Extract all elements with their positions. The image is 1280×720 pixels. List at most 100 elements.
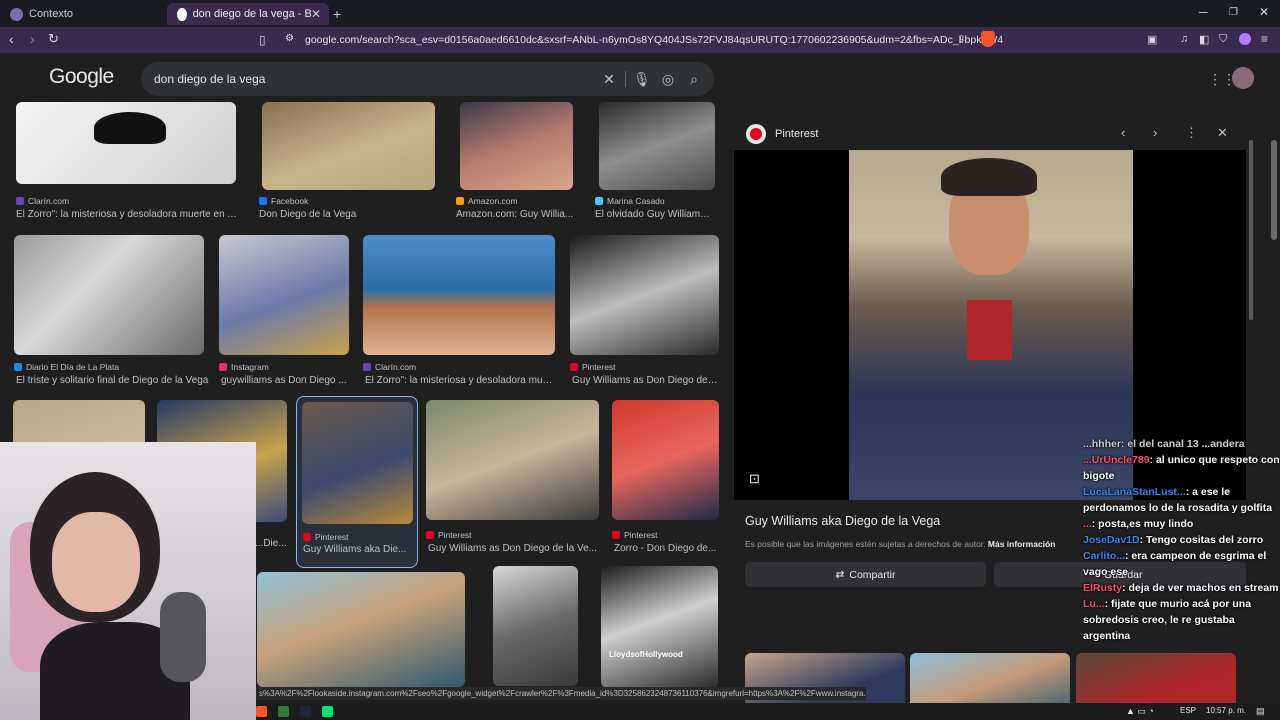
- result-thumbnail[interactable]: [302, 402, 413, 524]
- leo-icon[interactable]: [1239, 33, 1251, 45]
- preview-tie: [967, 300, 1012, 360]
- vpn-icon[interactable]: ⛉: [1219, 33, 1227, 46]
- tab-contexto[interactable]: Contexto: [0, 3, 165, 25]
- result-title[interactable]: Don Diego de la Vega: [259, 209, 439, 220]
- notification-icon[interactable]: ▤: [1256, 706, 1265, 717]
- result-thumbnail[interactable]: [599, 102, 715, 190]
- result-title[interactable]: Guy Williams aka Die...: [303, 544, 413, 555]
- prev-image-icon[interactable]: ‹: [1121, 125, 1125, 140]
- result-card[interactable]: Facebook Don Diego de la Vega: [259, 102, 439, 224]
- app-taskbar-icon[interactable]: [278, 706, 289, 717]
- result-title[interactable]: Guy Williams as Don Diego de la Ve...: [428, 543, 600, 554]
- page-scrollbar[interactable]: [1271, 140, 1277, 240]
- result-title[interactable]: El Zorro": la misteriosa y desoladora mu…: [365, 375, 555, 386]
- result-card[interactable]: Marina Casado El olvidado Guy Williams |…: [595, 102, 719, 224]
- next-image-icon[interactable]: ›: [1153, 125, 1157, 140]
- result-thumbnail[interactable]: [262, 102, 435, 190]
- result-title[interactable]: El triste y solitario final de Diego de …: [16, 375, 216, 386]
- wallet-icon[interactable]: ▣: [1147, 33, 1157, 46]
- result-thumbnail[interactable]: [219, 235, 349, 355]
- result-thumbnail[interactable]: [426, 400, 599, 520]
- result-title[interactable]: Amazon.com: Guy Willia...: [456, 209, 576, 220]
- close-preview-icon[interactable]: ✕: [1217, 125, 1228, 141]
- reload-icon[interactable]: ↻: [48, 31, 59, 47]
- back-icon[interactable]: ‹: [9, 31, 14, 47]
- panel-scrollbar[interactable]: [1249, 140, 1253, 320]
- url-text: google.com/search?sca_esv=d0156a0aed6610…: [305, 34, 1003, 46]
- related-thumbnail[interactable]: [910, 653, 1070, 703]
- result-thumbnail[interactable]: [612, 400, 719, 520]
- result-card[interactable]: [493, 566, 578, 686]
- brave-taskbar-icon[interactable]: [256, 706, 267, 717]
- music-icon[interactable]: ♫: [1180, 33, 1188, 45]
- result-card[interactable]: Instagram guywilliams as Don Diego ...: [219, 235, 359, 386]
- share-icon[interactable]: ⇪: [957, 33, 966, 46]
- preview-title[interactable]: Guy Williams aka Diego de la Vega: [745, 514, 940, 528]
- url-field[interactable]: ⚙ google.com/search?sca_esv=d0156a0aed66…: [276, 30, 1003, 50]
- chat-message: LucaLanaStanLust...: a ese le perdonamos…: [1083, 484, 1280, 516]
- result-card[interactable]: LloydsofHollywood: [601, 566, 718, 688]
- result-thumbnail[interactable]: [16, 102, 236, 184]
- restore-icon[interactable]: ❐: [1229, 7, 1238, 18]
- bookmark-icon[interactable]: ▯: [259, 33, 266, 47]
- preview-source[interactable]: Pinterest: [775, 128, 818, 140]
- close-tab-icon[interactable]: ✕: [311, 7, 321, 21]
- result-card[interactable]: Pinterest Zorro - Don Diego de...: [612, 400, 720, 560]
- tray-icons[interactable]: ▲ ▭ ◔: [1126, 706, 1154, 717]
- result-title[interactable]: El olvidado Guy Williams |...: [595, 209, 715, 220]
- result-source: Instagram: [219, 362, 269, 372]
- result-source: Pinterest: [612, 530, 658, 540]
- result-thumbnail[interactable]: [493, 566, 578, 686]
- new-tab-button[interactable]: +: [333, 3, 349, 25]
- share-button[interactable]: ⇄ Compartir: [745, 562, 986, 587]
- search-query[interactable]: don diego de la vega: [154, 72, 265, 86]
- site-info-icon[interactable]: ⚙: [285, 33, 294, 44]
- tab-search[interactable]: don diego de la vega - Buscar co ✕: [167, 3, 329, 25]
- steam-taskbar-icon[interactable]: [300, 706, 311, 717]
- sidebar-icon[interactable]: ◧: [1199, 33, 1209, 46]
- related-thumbnail[interactable]: [1076, 653, 1236, 703]
- status-url: s%3A%2F%2Flookaside.instagram.com%2Fseo%…: [256, 687, 866, 700]
- watermark-text: LloydsofHollywood: [609, 650, 683, 659]
- result-title[interactable]: Zorro - Don Diego de...: [614, 543, 720, 554]
- result-title[interactable]: El Zorro": la misteriosa y desoladora mu…: [16, 209, 240, 220]
- google-logo[interactable]: Google: [49, 65, 114, 89]
- result-source: Amazon.com: [456, 196, 518, 206]
- result-card[interactable]: Amazon.com Amazon.com: Guy Willia...: [456, 102, 576, 224]
- result-card[interactable]: Clarín.com El Zorro": la misteriosa y de…: [363, 235, 563, 386]
- result-card[interactable]: Diario El Día de La Plata El triste y so…: [14, 235, 216, 386]
- result-card[interactable]: Clarín.com El Zorro": la misteriosa y de…: [16, 102, 242, 224]
- brave-shield-icon[interactable]: [981, 31, 995, 47]
- result-title[interactable]: Guy Williams as Don Diego de ...: [572, 375, 718, 386]
- result-card[interactable]: Pinterest Guy Williams as Don Diego de l…: [426, 400, 602, 560]
- result-thumbnail[interactable]: [363, 235, 555, 355]
- lens-icon[interactable]: ◎: [660, 71, 676, 87]
- result-title[interactable]: guywilliams as Don Diego ...: [221, 375, 351, 386]
- language-indicator[interactable]: ESP: [1180, 706, 1196, 715]
- forward-icon[interactable]: ›: [30, 31, 35, 47]
- result-title[interactable]: ...Die...: [255, 538, 287, 549]
- close-window-icon[interactable]: ✕: [1259, 5, 1269, 19]
- lens-search-icon[interactable]: ⊡: [749, 471, 760, 487]
- result-card[interactable]: [257, 572, 467, 687]
- result-card[interactable]: Pinterest Guy Williams as Don Diego de .…: [570, 235, 720, 386]
- chat-text: : fijate que murio acá por una sobredosi…: [1083, 598, 1252, 642]
- result-thumbnail[interactable]: [570, 235, 719, 355]
- menu-icon[interactable]: ≡: [1261, 32, 1268, 46]
- result-card-selected[interactable]: Pinterest Guy Williams aka Die...: [296, 396, 418, 568]
- search-box[interactable]: don diego de la vega ✕ 🎙 ◎ ⌕: [141, 62, 714, 96]
- app-taskbar-icon[interactable]: [322, 706, 333, 717]
- account-avatar[interactable]: [1232, 67, 1254, 89]
- result-thumbnail[interactable]: [14, 235, 204, 355]
- result-thumbnail[interactable]: [460, 102, 573, 190]
- google-favicon: [177, 7, 187, 21]
- clear-search-icon[interactable]: ✕: [601, 71, 617, 87]
- more-options-icon[interactable]: ⋮: [1185, 125, 1198, 141]
- search-icon[interactable]: ⌕: [686, 71, 702, 87]
- clock[interactable]: 10:57 p. m.: [1206, 706, 1246, 715]
- result-thumbnail[interactable]: [257, 572, 465, 687]
- result-thumbnail[interactable]: LloydsofHollywood: [601, 566, 718, 688]
- voice-search-icon[interactable]: 🎙: [633, 71, 651, 87]
- learn-more-link[interactable]: Más información: [988, 539, 1056, 549]
- minimize-icon[interactable]: ─: [1199, 5, 1208, 19]
